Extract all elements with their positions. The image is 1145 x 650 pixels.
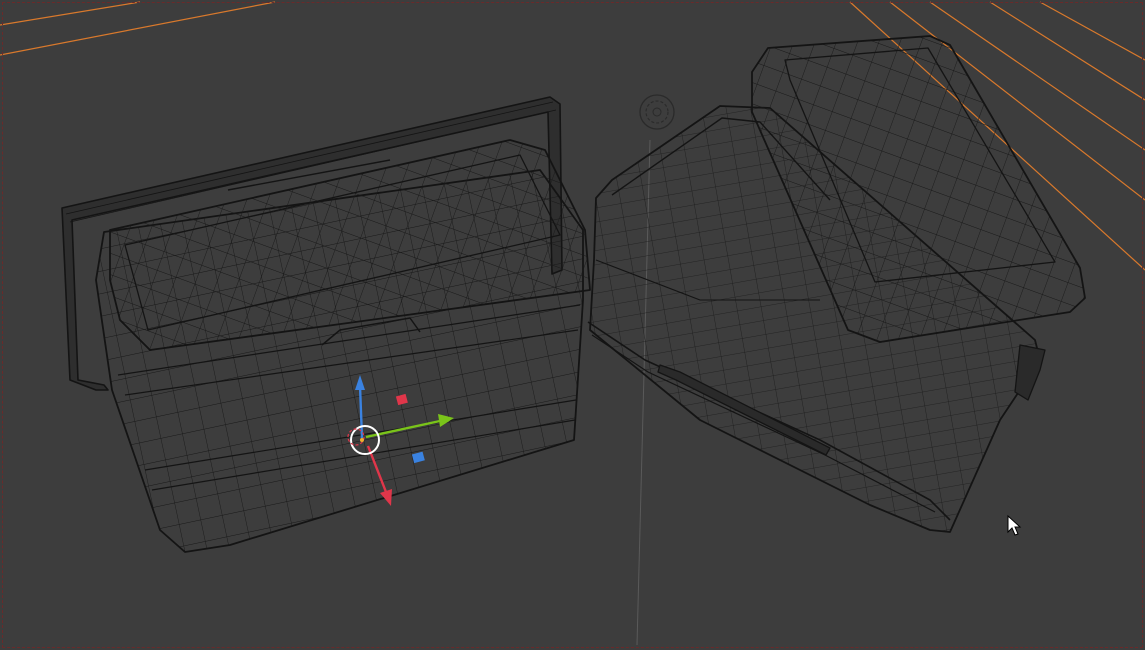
cooler-closed[interactable]: [61, 96, 591, 553]
scene-canvas[interactable]: [0, 0, 1145, 650]
3d-viewport[interactable]: [0, 0, 1145, 650]
camera-target-icon[interactable]: [639, 94, 675, 130]
cooler-open[interactable]: [587, 35, 1086, 533]
mouse-pointer-icon: [1007, 514, 1022, 536]
